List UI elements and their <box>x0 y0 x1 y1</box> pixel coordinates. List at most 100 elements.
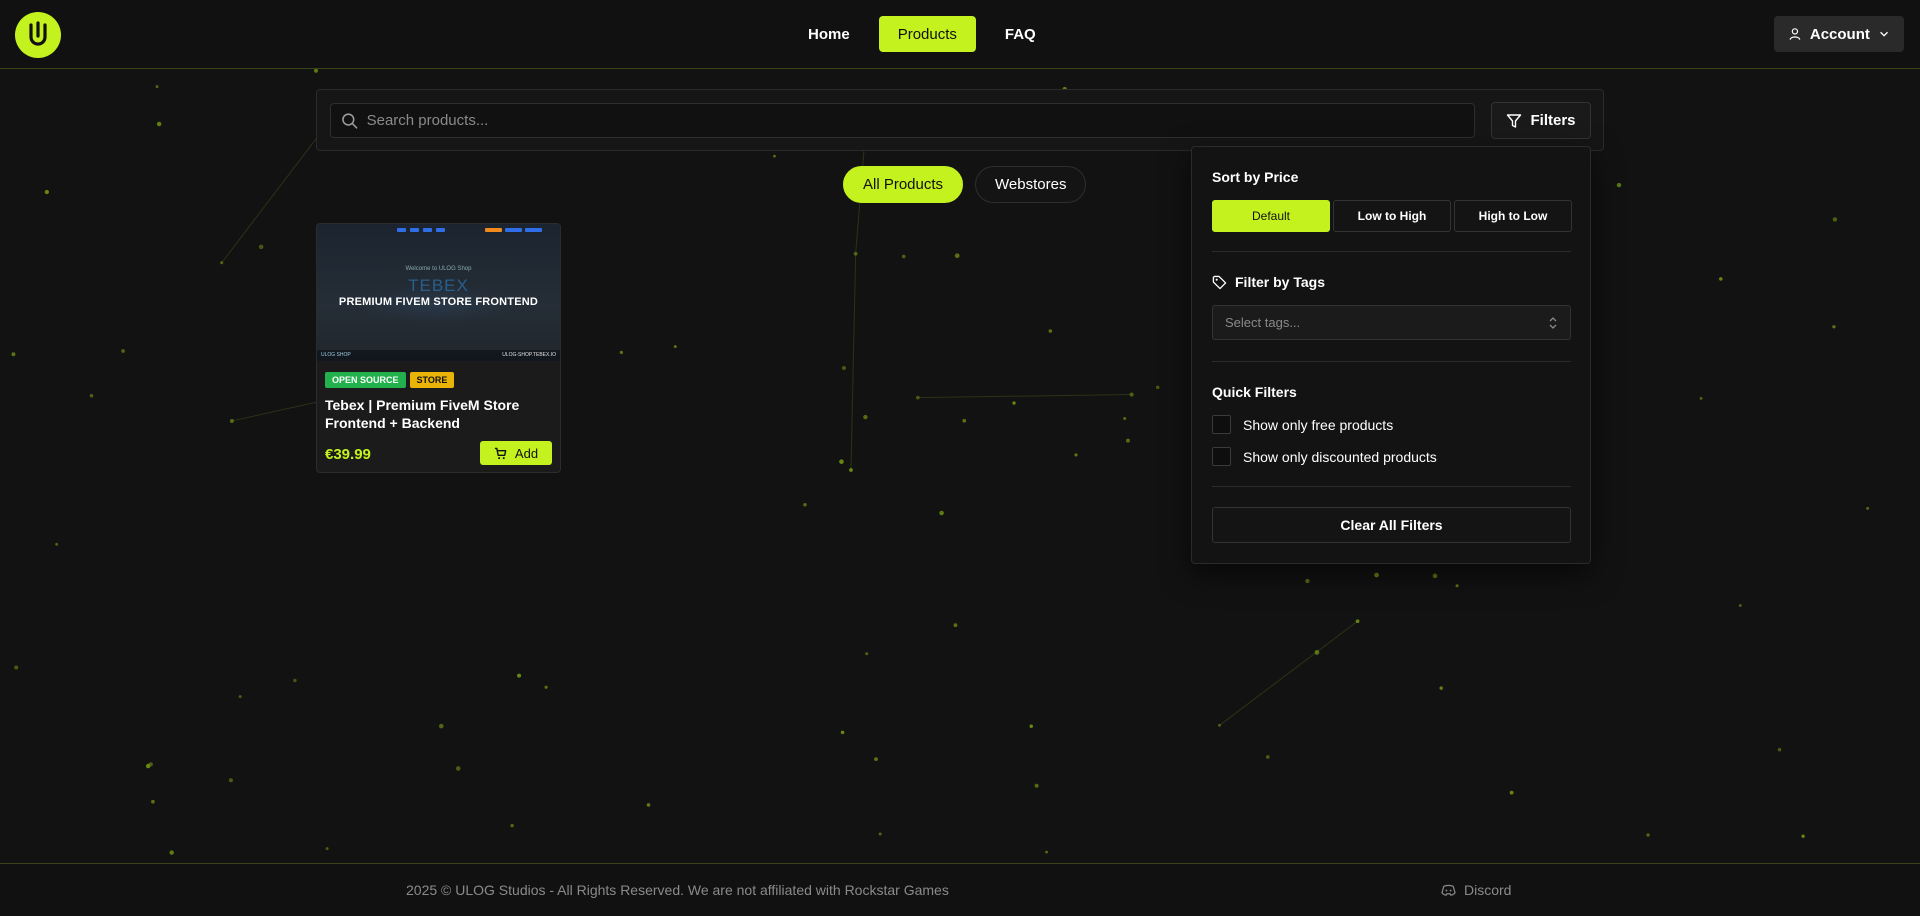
network-dot <box>89 393 94 398</box>
free-products-filter[interactable]: Show only free products <box>1212 415 1393 434</box>
network-dot <box>1616 182 1622 188</box>
network-dot <box>258 244 264 250</box>
network-dot <box>646 803 651 807</box>
network-line <box>850 253 857 471</box>
nav-faq[interactable]: FAQ <box>986 16 1055 52</box>
network-dot <box>1048 329 1053 333</box>
chevron-up-down-icon <box>1549 316 1557 329</box>
filter-icon <box>1507 113 1522 128</box>
tab-all-products[interactable]: All Products <box>843 166 964 203</box>
sort-high-to-low-button[interactable]: High to Low <box>1454 200 1572 232</box>
thumbnail-cta-decoration <box>485 228 542 232</box>
tab-webstores[interactable]: Webstores <box>975 166 1087 203</box>
network-dot <box>849 468 853 472</box>
network-dot <box>901 254 906 259</box>
sort-options: Default Low to High High to Low <box>1212 200 1572 232</box>
badge-open-source: OPEN SOURCE <box>325 372 406 388</box>
filters-button[interactable]: Filters <box>1491 102 1591 139</box>
add-to-cart-button[interactable]: Add <box>480 441 552 465</box>
tags-placeholder: Select tags... <box>1225 315 1301 330</box>
filters-dropdown: Sort by Price Default Low to High High t… <box>1191 146 1591 564</box>
network-dot <box>1045 850 1049 854</box>
network-dot <box>151 799 155 804</box>
network-dot <box>1439 686 1443 690</box>
network-dot <box>145 763 151 769</box>
discounted-products-checkbox[interactable] <box>1212 447 1231 466</box>
product-badges: OPEN SOURCE STORE <box>325 372 455 388</box>
network-dot <box>915 395 920 400</box>
network-dot <box>1699 396 1703 400</box>
network-dot <box>1646 833 1650 837</box>
nav-products[interactable]: Products <box>878 16 976 52</box>
thumbnail-welcome-text: Welcome to ULOG Shop <box>405 266 472 272</box>
network-dot <box>1355 619 1360 624</box>
network-dot <box>1034 783 1039 788</box>
discord-icon <box>1441 884 1456 896</box>
network-dot <box>55 542 59 546</box>
network-dot <box>1432 573 1438 579</box>
tags-title: Filter by Tags <box>1212 274 1325 290</box>
category-tabs: All Products Webstores <box>843 166 1087 203</box>
network-dot <box>1012 401 1016 405</box>
search-icon <box>342 112 358 129</box>
account-button[interactable]: Account <box>1774 16 1904 52</box>
network-dot <box>863 414 868 420</box>
clear-filters-button[interactable]: Clear All Filters <box>1212 507 1571 543</box>
network-dot <box>865 652 869 656</box>
discord-link[interactable]: Discord <box>1441 882 1511 898</box>
product-thumbnail[interactable]: Welcome to ULOG Shop TEBEX PREMIUM FIVEM… <box>317 224 560 361</box>
footer: 2025 © ULOG Studios - All Rights Reserve… <box>0 863 1920 916</box>
network-dot <box>325 847 329 851</box>
product-card[interactable]: Welcome to ULOG Shop TEBEX PREMIUM FIVEM… <box>316 223 561 473</box>
free-products-checkbox[interactable] <box>1212 415 1231 434</box>
tag-icon <box>1212 275 1227 289</box>
thumbnail-footer-right: ULOG-SHOP.TEBEX.IO <box>502 352 556 358</box>
network-dot <box>840 730 845 735</box>
network-dot <box>11 352 16 357</box>
discord-label: Discord <box>1464 882 1512 898</box>
network-dot <box>293 678 297 683</box>
network-dot <box>1738 604 1742 607</box>
sort-low-to-high-button[interactable]: Low to High <box>1333 200 1451 232</box>
network-dot <box>1074 453 1078 457</box>
copyright-text: 2025 © ULOG Studios - All Rights Reserve… <box>406 882 949 898</box>
network-dot <box>228 778 233 783</box>
badge-store: STORE <box>409 372 455 388</box>
network-dot <box>1866 506 1870 510</box>
logo[interactable] <box>15 12 61 58</box>
network-dot <box>1305 578 1310 584</box>
search-input[interactable] <box>366 112 1474 129</box>
network-dot <box>1125 438 1130 443</box>
network-dot <box>1719 277 1723 281</box>
search-panel: Filters <box>316 89 1604 151</box>
network-dot <box>773 154 776 158</box>
sort-default-button[interactable]: Default <box>1212 200 1330 232</box>
nav-home[interactable]: Home <box>789 16 869 52</box>
network-dot <box>841 365 846 371</box>
discounted-products-filter[interactable]: Show only discounted products <box>1212 447 1437 466</box>
network-dot <box>455 766 461 771</box>
network-dot <box>44 189 50 195</box>
tags-select[interactable]: Select tags... <box>1212 305 1571 340</box>
network-dot <box>155 85 159 89</box>
tags-title-text: Filter by Tags <box>1235 274 1325 290</box>
thumbnail-watermark: TEBEX <box>408 276 469 295</box>
network-dot <box>14 665 19 670</box>
logo-mark-icon <box>29 21 47 46</box>
network-dot <box>1129 392 1134 397</box>
network-dot <box>229 418 234 423</box>
network-dot <box>1777 747 1782 752</box>
network-dot <box>1832 217 1838 222</box>
account-label: Account <box>1809 25 1870 43</box>
add-label: Add <box>514 445 539 461</box>
network-dot <box>1218 723 1221 727</box>
divider <box>1212 251 1571 252</box>
network-dot <box>1509 790 1514 795</box>
network-dot <box>874 757 878 762</box>
network-dot <box>853 251 858 256</box>
product-title[interactable]: Tebex | Premium FiveM Store Frontend + B… <box>325 396 553 432</box>
search-box <box>330 103 1475 138</box>
network-dot <box>953 623 958 628</box>
network-dot <box>878 832 882 836</box>
network-dot <box>238 695 242 699</box>
